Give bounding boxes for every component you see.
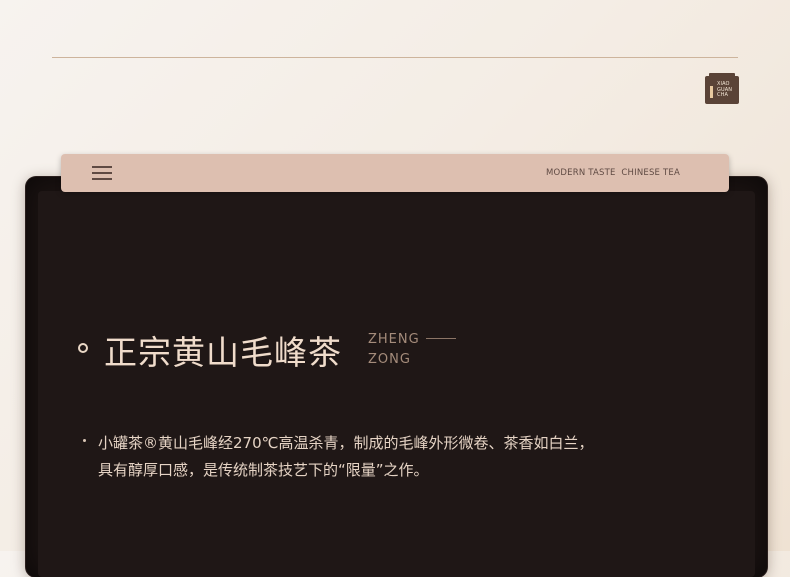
menu-icon-line <box>92 178 112 180</box>
title-dot-icon <box>78 343 88 353</box>
description-line-1: 小罐茶®黄山毛峰经270℃高温杀青，制成的毛峰外形微卷、茶香如白兰， <box>98 434 594 452</box>
hamburger-menu-icon[interactable] <box>92 166 112 180</box>
nav-tagline: MODERN TASTE CHINESE TEA <box>545 168 680 178</box>
subtitle-line-1: ZHENG <box>368 332 420 347</box>
top-divider <box>52 57 738 58</box>
section-subtitle: ZHENG ZONG <box>368 330 420 370</box>
top-nav-bar: MODERN TASTE CHINESE TEA <box>61 154 729 192</box>
logo-text: XIAO GUAN CHA <box>717 81 732 99</box>
description-line-2: 具有醇厚口感，是传统制茶技艺下的“限量”之作。 <box>98 461 429 479</box>
device-screen <box>38 191 755 577</box>
subtitle-divider <box>426 338 456 339</box>
subtitle-line-2: ZONG <box>368 352 411 367</box>
device-frame <box>26 177 767 577</box>
logo-bar-mark <box>710 86 713 98</box>
section-title: 正宗黄山毛峰茶 <box>104 333 342 372</box>
brand-logo: XIAO GUAN CHA <box>705 73 739 104</box>
menu-icon-line <box>92 166 112 168</box>
menu-icon-line <box>92 172 112 174</box>
section-description: 小罐茶®黄山毛峰经270℃高温杀青，制成的毛峰外形微卷、茶香如白兰， 具有醇厚口… <box>98 430 658 484</box>
logo-text-line-3: CHA <box>717 92 728 99</box>
bullet-dot-icon <box>83 439 86 442</box>
